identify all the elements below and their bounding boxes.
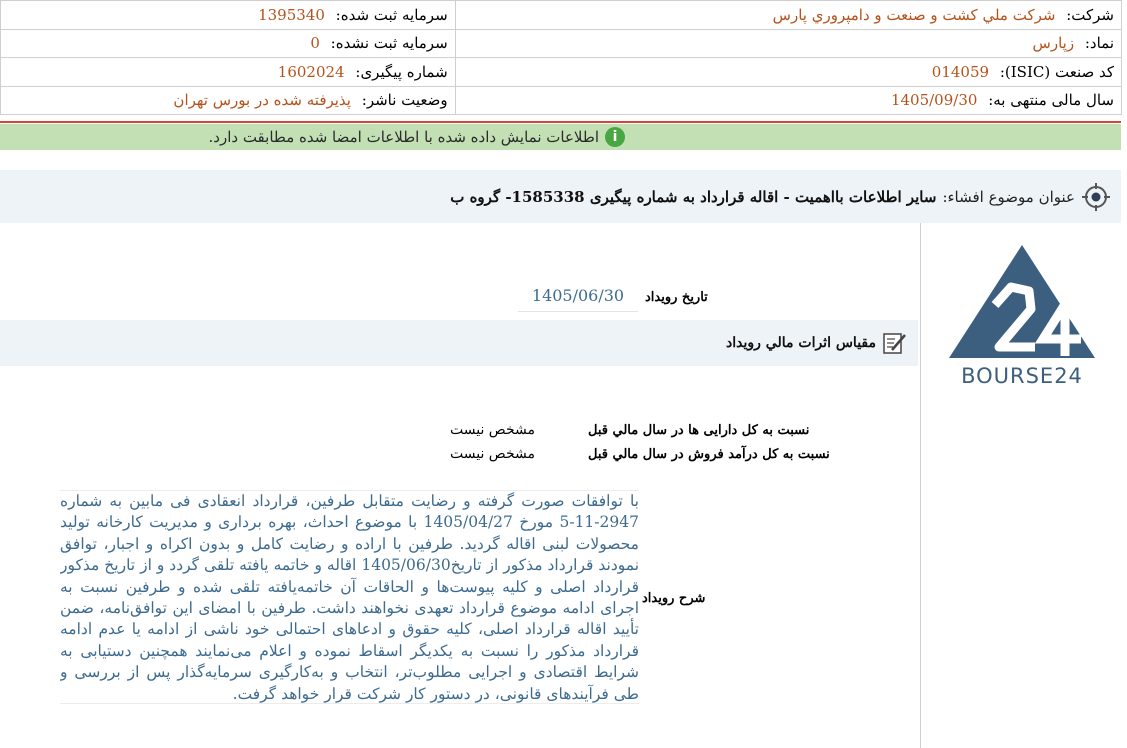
isic-value: 014059 — [931, 62, 990, 81]
notice-text: اطلاعات نمایش داده شده با اطلاعات امضا ش… — [208, 128, 599, 146]
tracking-cell: شماره پیگیری: 1602024 — [0, 57, 456, 87]
event-description-text: با توافقات صورت گرفته و رضایت متقابل طرف… — [60, 490, 639, 704]
registered-capital-cell: سرمایه ثبت شده: 1395340 — [0, 0, 456, 30]
financial-effects-bar: مقیاس اثرات مالي رویداد — [0, 320, 918, 366]
fiscal-year-label: سال مالی منتهی به: — [988, 91, 1114, 110]
registered-capital-label: سرمایه ثبت شده: — [335, 5, 448, 24]
fiscal-year-cell: سال مالی منتهی به: 1405/09/30 — [454, 85, 1123, 115]
ratio-revenue-value: مشخص نیست — [450, 446, 535, 462]
edit-document-icon — [883, 333, 906, 354]
symbol-cell: نماد: زپارس — [454, 28, 1123, 58]
symbol-value: زپارس — [1032, 34, 1075, 53]
unregistered-capital-cell: سرمایه ثبت نشده: 0 — [0, 28, 456, 58]
publisher-status-value: پذیرفته شده در بورس تهران — [173, 91, 351, 110]
isic-label: کد صنعت (ISIC): — [999, 62, 1114, 81]
info-icon: i — [605, 127, 625, 147]
ratio-assets-label: نسبت به کل دارایی ها در سال مالي قبل — [588, 423, 810, 438]
tracking-label: شماره پیگیری: — [355, 62, 448, 81]
ratio-assets-value: مشخص نیست — [450, 422, 535, 438]
subject-bar: عنوان موضوع افشاء: سایر اطلاعات بااهمیت … — [0, 170, 1121, 223]
target-icon — [1082, 182, 1110, 211]
company-label: شرکت: — [1066, 5, 1114, 24]
unregistered-capital-label: سرمایه ثبت نشده: — [330, 34, 448, 53]
unregistered-capital-value: 0 — [310, 34, 320, 53]
event-date-value: 1405/06/30 — [518, 286, 638, 312]
company-cell: شرکت: شركت ملي كشت و صنعت و دامپروري پار… — [454, 0, 1123, 30]
event-description-label: شرح رویداد — [642, 591, 706, 606]
subject-label: عنوان موضوع افشاء: — [942, 187, 1075, 206]
publisher-status-label: وضعیت ناشر: — [361, 91, 448, 110]
symbol-label: نماد: — [1084, 34, 1114, 53]
isic-cell: کد صنعت (ISIC): 014059 — [454, 57, 1123, 87]
event-date-label: تاریخ رویداد — [645, 290, 708, 305]
registered-capital-value: 1395340 — [258, 5, 325, 24]
column-divider — [920, 223, 921, 748]
publisher-status-cell: وضعیت ناشر: پذیرفته شده در بورس تهران — [0, 85, 456, 115]
logo-text: BOURSE24 — [961, 364, 1083, 388]
company-value: شركت ملي كشت و صنعت و دامپروري پارس — [772, 5, 1056, 24]
ratio-revenue-label: نسبت به کل درآمد فروش در سال مالي قبل — [588, 447, 830, 462]
subject-value: سایر اطلاعات بااهمیت - اقاله قرارداد به … — [450, 187, 937, 206]
tracking-value: 1602024 — [277, 62, 345, 81]
separator-line — [0, 121, 1121, 123]
verification-notice: i اطلاعات نمایش داده شده با اطلاعات امضا… — [0, 124, 1121, 150]
financial-effects-title: مقیاس اثرات مالي رویداد — [726, 335, 876, 351]
fiscal-year-value: 1405/09/30 — [890, 91, 978, 110]
company-info-table: شرکت: شركت ملي كشت و صنعت و دامپروري پار… — [0, 0, 1123, 115]
